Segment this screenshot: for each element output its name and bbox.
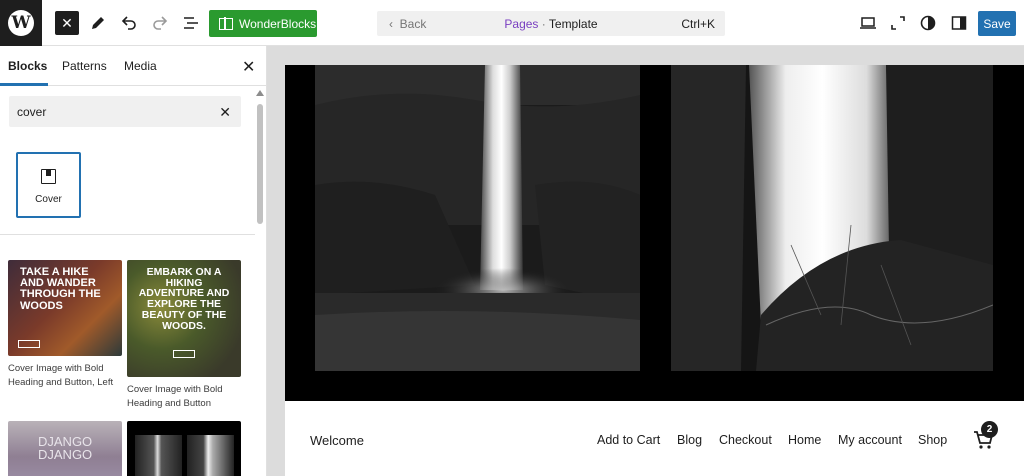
settings-sidebar-button[interactable] — [947, 11, 971, 35]
pattern-caption: Cover Image with Bold Heading and Button… — [8, 362, 124, 391]
edit-tool-button[interactable] — [86, 11, 110, 35]
document-title: Pages · Template — [377, 17, 725, 31]
cart-count-badge: 2 — [981, 421, 998, 438]
template-label: Template — [548, 17, 598, 31]
command-palette-bar[interactable]: ‹ Back Pages · Template Ctrl+K — [377, 11, 725, 36]
scrollbar-thumb[interactable] — [257, 104, 263, 224]
styles-button[interactable] — [916, 11, 940, 35]
contrast-icon — [920, 15, 936, 31]
pattern-thumbnail: Take a hike and wander through the woods — [8, 260, 122, 356]
zoom-out-button[interactable] — [886, 11, 910, 35]
pattern-caption-line: Heading and Button — [127, 398, 211, 410]
inserter-tabs: Blocks Patterns Media ✕ — [0, 46, 266, 86]
site-title[interactable]: Welcome — [310, 433, 364, 448]
nav-item-add-to-cart[interactable]: Add to Cart — [597, 433, 660, 447]
editor-canvas: Welcome Add to Cart Blog Checkout Home M… — [267, 46, 1024, 476]
nav-item-blog[interactable]: Blog — [677, 433, 702, 447]
block-label: Cover — [35, 194, 62, 205]
nav-item-shop[interactable]: Shop — [918, 433, 947, 447]
pattern-thumbnail — [127, 421, 241, 476]
redo-icon — [153, 16, 168, 30]
sidebar-toggle-icon — [951, 16, 967, 30]
template-frame: Welcome Add to Cart Blog Checkout Home M… — [285, 65, 1024, 476]
wordpress-logo-button[interactable]: W — [0, 0, 42, 46]
fullscreen-icon — [891, 16, 905, 30]
pattern-thumbnail: Django Django — [8, 421, 122, 476]
waterfall-image-left[interactable] — [315, 65, 640, 371]
device-preview-button[interactable] — [856, 11, 880, 35]
page-type-label: Pages — [504, 17, 539, 31]
cover-block[interactable] — [285, 65, 1024, 401]
nav-item-checkout[interactable]: Checkout — [719, 433, 772, 447]
wonderblocks-button[interactable]: WonderBlocks — [209, 10, 317, 37]
pattern-caption-line: Cover Image with Bold — [127, 384, 223, 395]
pattern-caption: Cover Image with Bold Heading and Button — [127, 383, 243, 412]
pattern-caption-line: Cover Image with Bold — [8, 363, 104, 374]
pattern-heading: Take a hike and wander through the woods — [20, 266, 101, 312]
sidebar-scrollbar[interactable] — [255, 90, 265, 476]
close-panel-button[interactable]: ✕ — [242, 57, 255, 77]
title-separator: · — [538, 17, 549, 31]
undo-button[interactable] — [117, 11, 141, 35]
pattern-thumbnail: Embark on a hiking adventure and explore… — [127, 260, 241, 377]
redo-button[interactable] — [148, 11, 172, 35]
tab-media[interactable]: Media — [124, 59, 157, 73]
nav-item-home[interactable]: Home — [788, 433, 821, 447]
waterfall-image-right[interactable] — [671, 65, 993, 371]
desktop-icon — [860, 17, 876, 29]
pattern-heading: Embark on a hiking adventure and explore… — [138, 266, 230, 332]
pencil-icon — [92, 17, 104, 29]
wordpress-logo-icon: W — [8, 10, 34, 36]
block-inserter-panel: Blocks Patterns Media ✕ ✕ Cover Take a h… — [0, 46, 267, 476]
document-overview-button[interactable] — [179, 11, 203, 35]
save-button[interactable]: Save — [978, 11, 1016, 36]
search-input[interactable] — [9, 96, 199, 127]
tab-patterns[interactable]: Patterns — [62, 59, 107, 73]
pattern-button-preview — [18, 340, 40, 348]
pattern-button-preview — [173, 350, 195, 358]
waterfall-thumb-right — [187, 435, 234, 476]
wonderblocks-label: WonderBlocks — [239, 16, 317, 31]
undo-icon — [121, 16, 136, 30]
close-inserter-button[interactable]: ✕ — [55, 11, 79, 35]
site-header-nav: Welcome Add to Cart Blog Checkout Home M… — [285, 401, 1024, 476]
scroll-up-arrow-icon[interactable] — [256, 90, 264, 96]
waterfall-thumb-left — [135, 435, 182, 476]
wonderblocks-icon — [219, 17, 233, 30]
list-view-icon — [184, 17, 198, 29]
tab-blocks[interactable]: Blocks — [8, 59, 47, 73]
clear-search-button[interactable]: ✕ — [219, 104, 231, 121]
pattern-caption-line: Heading and Button, Left — [8, 377, 114, 389]
active-tab-indicator — [0, 83, 48, 86]
shortcut-hint: Ctrl+K — [681, 17, 715, 31]
cover-block-icon — [41, 169, 56, 184]
block-search: ✕ — [9, 96, 241, 127]
cover-block-result[interactable]: Cover — [16, 152, 81, 218]
nav-item-my-account[interactable]: My account — [838, 433, 902, 447]
editor-toolbar: W ✕ WonderBlocks ‹ Back Pages · Template… — [0, 0, 1024, 46]
pattern-heading: Django Django — [38, 434, 93, 463]
divider — [0, 234, 255, 235]
